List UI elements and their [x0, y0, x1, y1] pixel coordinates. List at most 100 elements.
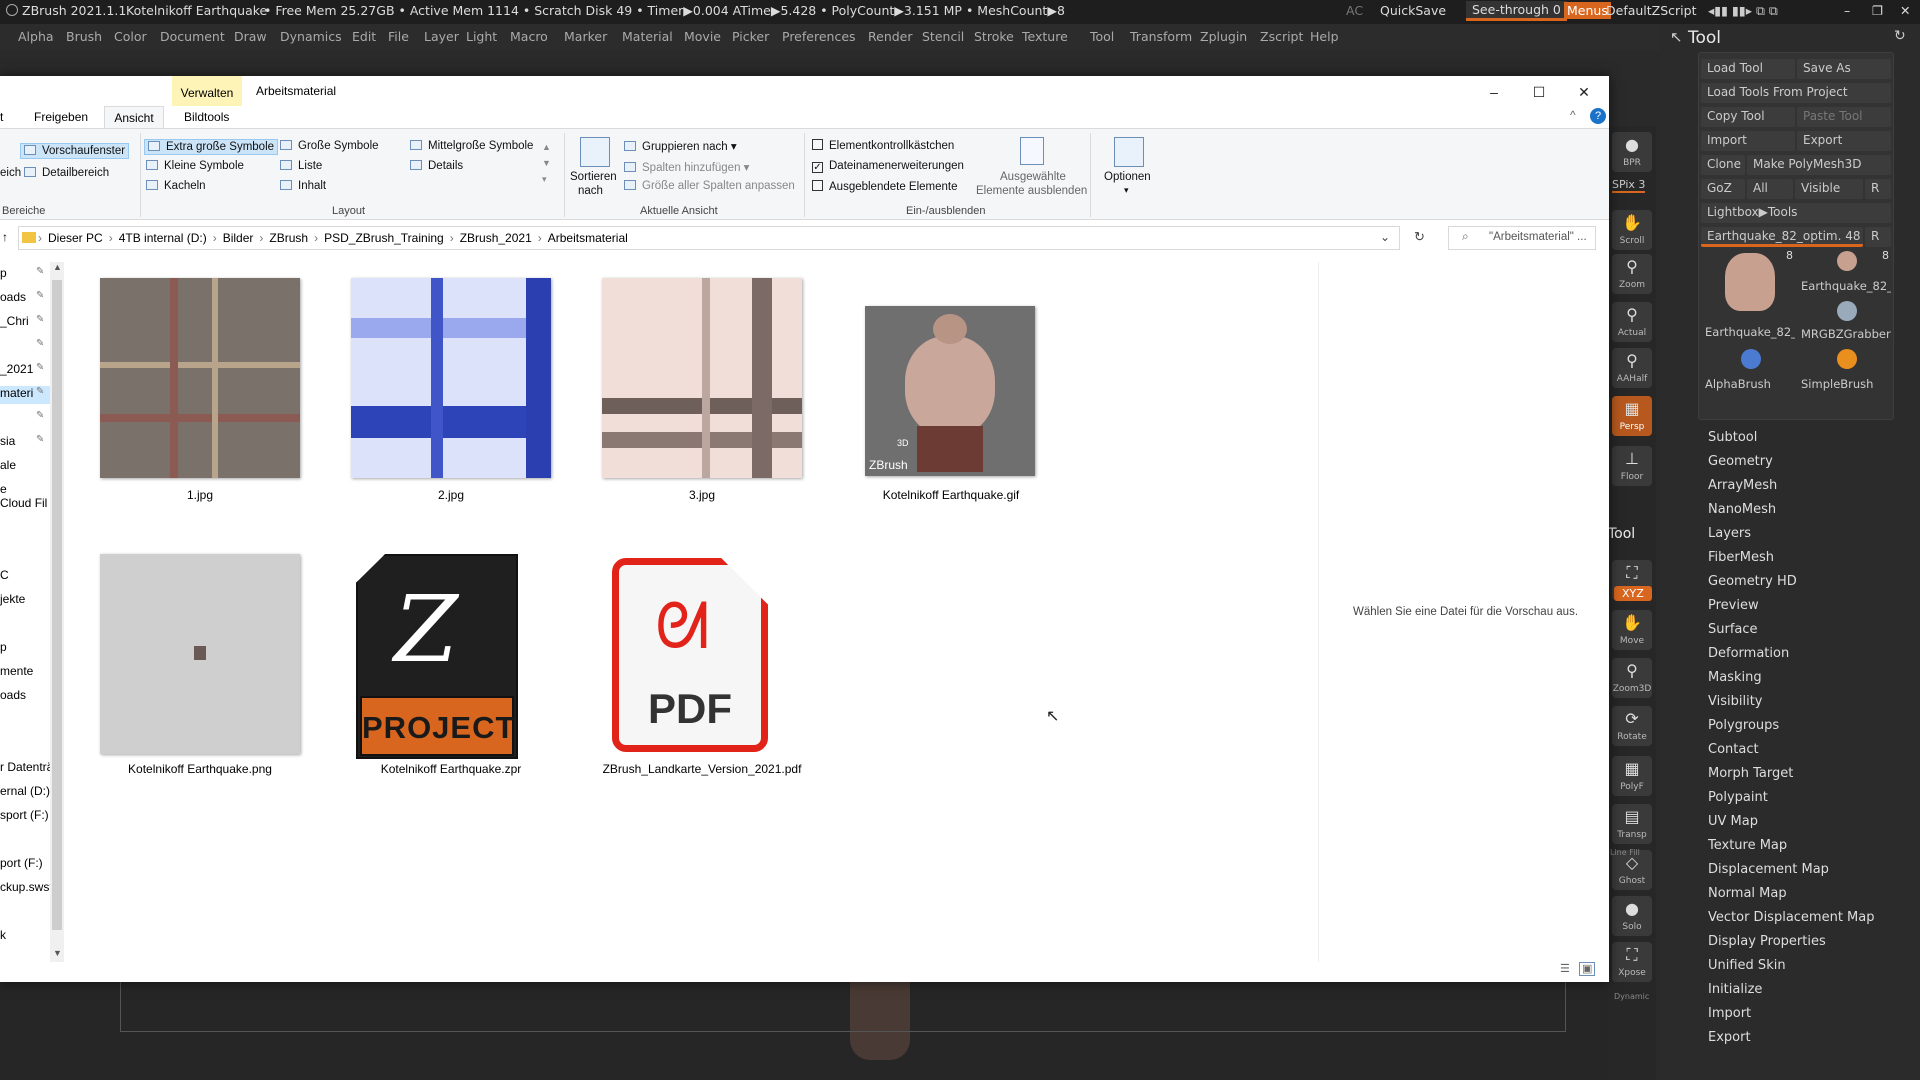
- menu-draw[interactable]: Draw: [234, 29, 267, 44]
- tool-menu-preview[interactable]: Preview: [1708, 594, 1908, 618]
- nav-item[interactable]: oads ✎: [0, 290, 50, 308]
- nav-item[interactable]: r Datenträ: [0, 760, 50, 778]
- file-item[interactable]: 3.jpg: [590, 278, 850, 508]
- goz-visible-button[interactable]: Visible: [1795, 179, 1863, 199]
- nav-item[interactable]: C: [0, 568, 50, 586]
- navigationsbereich-button[interactable]: eich: [0, 167, 21, 179]
- tool-thumbnail[interactable]: 8 Earthquake_82_c: [1799, 247, 1893, 295]
- menu-dynamics[interactable]: Dynamics: [280, 29, 342, 44]
- tool-menu-contact[interactable]: Contact: [1708, 738, 1908, 762]
- menu-preferences[interactable]: Preferences: [782, 29, 856, 44]
- nav-item[interactable]: [0, 712, 50, 730]
- large-icons-button[interactable]: Große Symbole: [280, 140, 379, 152]
- medium-icons-button[interactable]: Mittelgroße Symbole: [410, 140, 533, 152]
- tool-menu-subtool[interactable]: Subtool: [1708, 426, 1908, 450]
- nav-item[interactable]: _Chri ✎: [0, 314, 50, 332]
- hide-selected-button[interactable]: Ausgewählte: [1000, 171, 1066, 183]
- tool-menu-surface[interactable]: Surface: [1708, 618, 1908, 642]
- layout-scroll-arrows[interactable]: ▲ ▼ ▾: [542, 139, 551, 187]
- help-icon[interactable]: ?: [1590, 108, 1606, 124]
- large-icons-view-icon[interactable]: ▣: [1578, 962, 1596, 976]
- tool-menu-initialize[interactable]: Initialize: [1708, 978, 1908, 1002]
- menu-layer[interactable]: Layer: [424, 29, 459, 44]
- tool-menu-import[interactable]: Import: [1708, 1002, 1908, 1026]
- group-by-button[interactable]: Gruppieren nach ▾: [624, 139, 737, 153]
- export-button[interactable]: Export: [1797, 131, 1891, 151]
- tool-menu-deformation[interactable]: Deformation: [1708, 642, 1908, 666]
- small-icons-button[interactable]: Kleine Symbole: [146, 160, 244, 172]
- shelf-zoom3d-button[interactable]: ⚲ Zoom3D: [1612, 658, 1652, 698]
- add-columns-button[interactable]: Spalten hinzufügen ▾: [624, 160, 749, 174]
- layout-icons[interactable]: ◂▮▮ ▮▮▸ ⧉ ⧉: [1708, 3, 1778, 19]
- menu-material[interactable]: Material: [622, 29, 673, 44]
- shelf-scroll-button[interactable]: ✋ Scroll: [1612, 210, 1652, 250]
- tool-menu-display-properties[interactable]: Display Properties: [1708, 930, 1908, 954]
- breadcrumb-item[interactable]: Arbeitsmaterial: [548, 231, 628, 245]
- current-tool-r-button[interactable]: R: [1865, 227, 1891, 247]
- breadcrumb-item[interactable]: ZBrush_2021: [460, 231, 532, 245]
- xyz-button[interactable]: XYZ: [1614, 586, 1652, 601]
- nav-item[interactable]: port (F:): [0, 856, 50, 874]
- tool-thumbnail[interactable]: AlphaBrush: [1703, 345, 1797, 393]
- nav-item[interactable]: _2021 ✎: [0, 362, 50, 380]
- menu-document[interactable]: Document: [160, 29, 225, 44]
- nav-item[interactable]: [0, 904, 50, 922]
- tab-start[interactable]: t: [0, 110, 3, 124]
- lightbox-tools-button[interactable]: Lightbox▶Tools: [1701, 203, 1891, 223]
- menu-texture[interactable]: Texture: [1022, 29, 1068, 44]
- tool-menu-geometry-hd[interactable]: Geometry HD: [1708, 570, 1908, 594]
- clone-button[interactable]: Clone: [1701, 155, 1745, 175]
- nav-item[interactable]: [0, 520, 50, 538]
- goz-button[interactable]: GoZ: [1701, 179, 1745, 199]
- tool-menu-geometry[interactable]: Geometry: [1708, 450, 1908, 474]
- tool-menu-masking[interactable]: Masking: [1708, 666, 1908, 690]
- menu-brush[interactable]: Brush: [66, 29, 102, 44]
- close-icon[interactable]: ✕: [1572, 80, 1596, 104]
- refresh-icon[interactable]: ↻: [1414, 229, 1425, 245]
- nav-item[interactable]: sia ✎: [0, 434, 50, 452]
- scroll-up-icon[interactable]: ▲: [53, 262, 62, 272]
- load-tools-from-project-button[interactable]: Load Tools From Project: [1701, 83, 1891, 103]
- menu-render[interactable]: Render: [868, 29, 913, 44]
- goz-r-button[interactable]: R: [1865, 179, 1891, 199]
- tool-menu-displacement-map[interactable]: Displacement Map: [1708, 858, 1908, 882]
- hide-selected-button-line2[interactable]: Elemente ausblenden: [976, 185, 1087, 197]
- palette-refresh-icon[interactable]: ↻: [1894, 28, 1906, 44]
- nav-item[interactable]: jekte: [0, 592, 50, 610]
- menu-file[interactable]: File: [388, 29, 409, 44]
- minimize-icon[interactable]: –: [1844, 3, 1850, 18]
- nav-item[interactable]: [0, 736, 50, 754]
- make-polymesh-button[interactable]: Make PolyMesh3D: [1747, 155, 1891, 175]
- tool-menu-visibility[interactable]: Visibility: [1708, 690, 1908, 714]
- nav-item[interactable]: [0, 832, 50, 850]
- tool-menu-fibermesh[interactable]: FiberMesh: [1708, 546, 1908, 570]
- nav-item[interactable]: ✎: [0, 338, 50, 356]
- restore-icon[interactable]: ❐: [1872, 3, 1883, 18]
- shelf-polyf-button[interactable]: ▦ PolyF: [1612, 756, 1652, 796]
- breadcrumb-item[interactable]: PSD_ZBrush_Training: [324, 231, 444, 245]
- current-tool-slider[interactable]: Earthquake_82_optim. 48: [1701, 227, 1863, 247]
- menu-zscript[interactable]: Zscript: [1260, 29, 1303, 44]
- file-item[interactable]: 2.jpg: [339, 278, 599, 508]
- shelf-actual-button[interactable]: ⚲ Actual: [1612, 302, 1652, 342]
- tool-menu-polypaint[interactable]: Polypaint: [1708, 786, 1908, 810]
- ribbon-collapse-icon[interactable]: ^: [1570, 108, 1576, 122]
- close-icon[interactable]: ✕: [1900, 3, 1910, 18]
- menu-light[interactable]: Light: [466, 29, 497, 44]
- nav-item[interactable]: [0, 544, 50, 562]
- menu-picker[interactable]: Picker: [732, 29, 769, 44]
- shelf-rotate-button[interactable]: ⟳ Rotate: [1612, 706, 1652, 746]
- file-item[interactable]: 3D ZBrush Kotelnikoff Earthquake.gif: [851, 278, 1111, 508]
- options-dropdown-icon[interactable]: ▾: [1124, 185, 1129, 196]
- nav-item[interactable]: materi ✎: [0, 386, 50, 404]
- nav-item[interactable]: ✎: [0, 410, 50, 428]
- nav-item[interactable]: ernal (D:): [0, 784, 50, 802]
- checkbox-checked-icon[interactable]: ✓: [812, 162, 823, 173]
- default-zscript[interactable]: DefaultZScript: [1606, 3, 1697, 18]
- options-button[interactable]: Optionen: [1104, 171, 1151, 183]
- file-item[interactable]: Z PROJECT Kotelnikoff Earthquake.zpr: [339, 554, 599, 784]
- nav-item[interactable]: oads: [0, 688, 50, 706]
- menu-zplugin[interactable]: Zplugin: [1200, 29, 1247, 44]
- nav-item[interactable]: ckup.swst: [0, 880, 50, 898]
- tool-thumbnail[interactable]: 8 Earthquake_82_c: [1703, 247, 1797, 341]
